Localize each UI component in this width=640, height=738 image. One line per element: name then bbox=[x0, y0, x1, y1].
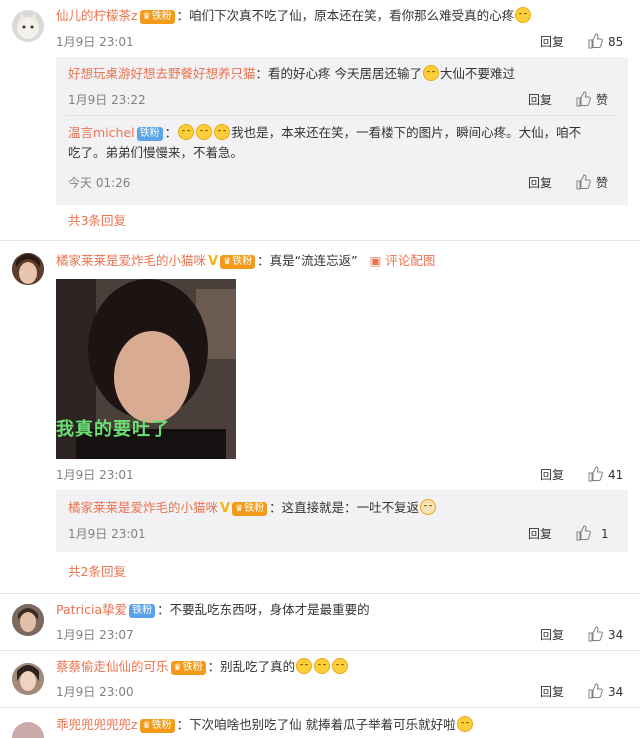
username-link[interactable]: 仙儿的柠檬茶z bbox=[56, 8, 138, 23]
avatar[interactable] bbox=[12, 10, 44, 42]
comment-content: 橘家莱莱是爱炸毛的小猫咪V铁粉：真是“流连忘返” ▣ 评论配图 bbox=[56, 251, 435, 272]
username-link[interactable]: 橘家莱莱是爱炸毛的小猫咪 bbox=[56, 253, 206, 268]
iron-fan-badge: 铁粉 bbox=[232, 501, 268, 516]
reply-button[interactable]: 回复 bbox=[540, 684, 564, 700]
comment-item: 乖兜兜兜兜兜z铁粉：下次咱啥也别吃了仙 就捧着瓜子举着可乐就好啦 bbox=[0, 708, 640, 738]
emoji-icon bbox=[456, 716, 473, 732]
username-link[interactable]: Patricia挚爱 bbox=[56, 602, 127, 617]
emoji-icon bbox=[214, 124, 231, 140]
more-replies-link[interactable]: 共2条回复 bbox=[68, 561, 126, 580]
image-caption: 我真的要吐了 bbox=[56, 419, 170, 440]
comment-text: ：咱们下次真不吃了仙，原本还在笑，看你那么难受真的心疼 bbox=[176, 8, 515, 23]
like-label: 赞 bbox=[596, 93, 609, 107]
like-count: 41 bbox=[608, 468, 624, 482]
comment-content: Patricia挚爱 铁粉 ：不要乱吃东西呀，身体才是最重要的 bbox=[56, 600, 370, 620]
comment-content: 乖兜兜兜兜兜z铁粉：下次咱啥也别吃了仙 就捧着瓜子举着可乐就好啦 bbox=[56, 715, 474, 735]
like-count: 85 bbox=[608, 35, 624, 49]
reply-button[interactable]: 回复 bbox=[528, 92, 552, 108]
iron-fan-badge: 铁粉 bbox=[139, 718, 175, 733]
comment-item: 仙儿的柠檬茶z铁粉：咱们下次真不吃了仙，原本还在笑，看你那么难受真的心疼 1月9… bbox=[0, 0, 640, 240]
comment-time: 1月9日 23:00 bbox=[56, 685, 134, 699]
reply-button[interactable]: 回复 bbox=[528, 526, 552, 542]
comment-image-label: 评论配图 bbox=[385, 253, 436, 268]
comment-item: 蔡蔡偷走仙仙的可乐铁粉：别乱吃了真的 1月9日 23:00 回复 34 bbox=[0, 651, 640, 707]
comment-item: 橘家莱莱是爱炸毛的小猫咪V铁粉：真是“流连忘返” ▣ 评论配图 我真的要吐了 1… bbox=[0, 241, 640, 593]
thumbs-up-icon[interactable] bbox=[587, 683, 603, 699]
avatar[interactable] bbox=[12, 253, 44, 285]
reply-colon: ： bbox=[164, 125, 178, 140]
comment-text: ：真是“流连忘返” bbox=[257, 253, 358, 268]
reply-text: ：看的好心疼 今天居居还输了 bbox=[255, 66, 422, 81]
reply-content: 橘家莱莱是爱炸毛的小猫咪V铁粉：这直接就是：一吐不复返 bbox=[68, 498, 437, 519]
emoji-icon bbox=[420, 499, 437, 515]
iron-fan-badge: 铁粉 bbox=[170, 660, 206, 675]
reply-text-tail: 大仙不要难过 bbox=[440, 66, 516, 81]
comment-time: 1月9日 23:01 bbox=[56, 468, 134, 482]
reply-button[interactable]: 回复 bbox=[540, 34, 564, 50]
comment-image-link[interactable]: ▣ 评论配图 bbox=[370, 253, 436, 268]
reply-content: 温言michel 铁粉：我也是，本来还在笑，一看楼下的图片，瞬间心疼。大仙，咱不 … bbox=[68, 123, 613, 163]
avatar[interactable] bbox=[12, 663, 44, 695]
thumbs-up-icon[interactable] bbox=[587, 626, 603, 642]
verified-v-icon: V bbox=[220, 501, 231, 516]
emoji-icon bbox=[178, 124, 195, 140]
fan-badge: 铁粉 bbox=[129, 603, 156, 618]
iron-fan-badge: 铁粉 bbox=[139, 9, 175, 24]
reply-content: 好想玩桌游好想去野餐好想养只猫：看的好心疼 今天居居还输了 大仙不要难过 bbox=[68, 64, 515, 84]
reply-time: 1月9日 23:22 bbox=[68, 93, 146, 107]
iron-fan-badge: 铁粉 bbox=[220, 254, 256, 269]
like-count: 34 bbox=[608, 685, 624, 699]
fan-badge: 铁粉 bbox=[136, 126, 163, 141]
comment-time: 1月9日 23:01 bbox=[56, 35, 134, 49]
thumbs-up-icon[interactable] bbox=[587, 466, 603, 482]
username-link[interactable]: 好想玩桌游好想去野餐好想养只猫 bbox=[68, 66, 256, 81]
comment-text: ：下次咱啥也别吃了仙 就捧着瓜子举着可乐就好啦 bbox=[176, 717, 456, 732]
thumbs-up-icon[interactable] bbox=[587, 33, 603, 49]
reply-button[interactable]: 回复 bbox=[540, 627, 564, 643]
emoji-icon bbox=[332, 658, 349, 674]
thumbs-up-icon[interactable] bbox=[575, 525, 591, 541]
like-label: 赞 bbox=[596, 176, 609, 190]
avatar[interactable] bbox=[12, 604, 44, 636]
user-avatar-icon bbox=[12, 663, 44, 695]
thumbs-up-icon[interactable] bbox=[575, 91, 591, 107]
emoji-icon bbox=[314, 658, 331, 674]
user-avatar-icon bbox=[12, 253, 44, 285]
cat-avatar-icon bbox=[17, 13, 39, 39]
reply-time: 1月9日 23:01 bbox=[68, 527, 146, 541]
reply-text: 我也是，本来还在笑，一看楼下的图片，瞬间心疼。大仙，咱不 bbox=[231, 125, 582, 140]
like-count: 1 bbox=[601, 527, 609, 541]
comment-time: 1月9日 23:07 bbox=[56, 628, 134, 642]
emoji-icon bbox=[515, 7, 532, 23]
comment-text: ：不要乱吃东西呀，身体才是最重要的 bbox=[157, 602, 370, 617]
emoji-icon bbox=[296, 658, 313, 674]
comment-content: 蔡蔡偷走仙仙的可乐铁粉：别乱吃了真的 bbox=[56, 657, 349, 677]
emoji-icon bbox=[196, 124, 213, 140]
comment-text: ：别乱吃了真的 bbox=[207, 659, 296, 674]
comment-content: 仙儿的柠檬茶z铁粉：咱们下次真不吃了仙，原本还在笑，看你那么难受真的心疼 bbox=[56, 6, 532, 26]
reply-text: ：这直接就是：一吐不复返 bbox=[269, 500, 420, 515]
verified-v-icon: V bbox=[208, 254, 219, 269]
image-icon: ▣ bbox=[369, 253, 382, 268]
username-link[interactable]: 乖兜兜兜兜兜z bbox=[56, 717, 138, 732]
reply-time: 今天 01:26 bbox=[68, 176, 131, 190]
reply-button[interactable]: 回复 bbox=[528, 175, 552, 191]
emoji-icon bbox=[423, 65, 439, 81]
reply-text-line2: 吃了。弟弟们慢慢来，不着急。 bbox=[68, 145, 244, 160]
username-link[interactable]: 蔡蔡偷走仙仙的可乐 bbox=[56, 659, 169, 674]
avatar[interactable] bbox=[12, 722, 44, 738]
like-count: 34 bbox=[608, 628, 624, 642]
divider bbox=[66, 115, 618, 116]
comment-item: Patricia挚爱 铁粉 ：不要乱吃东西呀，身体才是最重要的 1月9日 23:07… bbox=[0, 594, 640, 650]
user-avatar-icon bbox=[12, 604, 44, 636]
more-replies-link[interactable]: 共3条回复 bbox=[68, 210, 126, 229]
thumbs-up-icon[interactable] bbox=[575, 174, 591, 190]
username-link[interactable]: 温言michel bbox=[68, 125, 135, 140]
reply-thread: 橘家莱莱是爱炸毛的小猫咪V铁粉：这直接就是：一吐不复返 1月9日 23:01 回… bbox=[56, 490, 628, 552]
reply-button[interactable]: 回复 bbox=[540, 467, 564, 483]
username-link[interactable]: 橘家莱莱是爱炸毛的小猫咪 bbox=[68, 500, 218, 515]
comment-image[interactable]: 我真的要吐了 bbox=[56, 279, 236, 459]
reply-thread: 好想玩桌游好想去野餐好想养只猫：看的好心疼 今天居居还输了 大仙不要难过 1月9日… bbox=[56, 57, 628, 205]
